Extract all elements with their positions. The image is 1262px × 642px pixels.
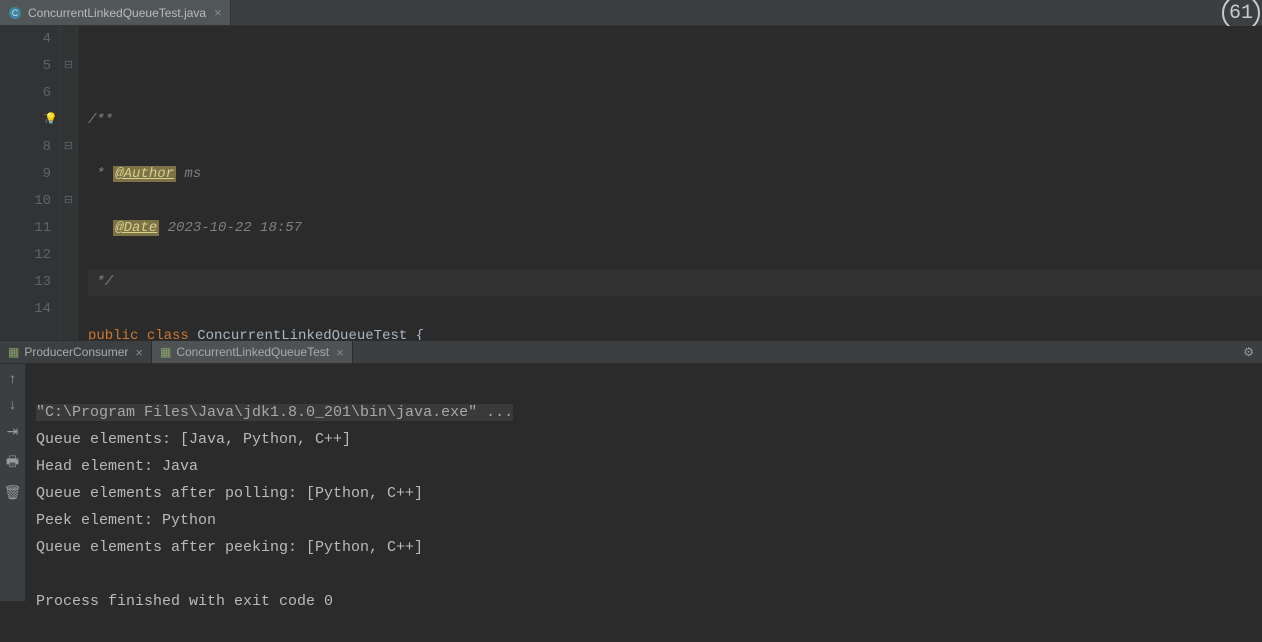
- fold-blank: [60, 242, 77, 269]
- fold-gutter: ⊟ 💡 ⊟ ⊟: [60, 26, 78, 340]
- line-number: 6: [0, 80, 51, 107]
- line-number: 8: [0, 134, 51, 161]
- code-line: /**: [88, 107, 1262, 134]
- output-line: Queue elements: [Java, Python, C++]: [36, 431, 351, 448]
- exit-code-line: Process finished with exit code 0: [36, 593, 333, 610]
- editor-tab-bar: C ConcurrentLinkedQueueTest.java × 61: [0, 0, 1262, 26]
- console-toolbar: ↑ ↓ ⇥ 🖶 🗑: [0, 364, 26, 601]
- run-tab-bar: ▦ ProducerConsumer × ▦ ConcurrentLinkedQ…: [0, 340, 1262, 364]
- soft-wrap-icon[interactable]: ⇥: [7, 424, 19, 441]
- intention-bulb-icon[interactable]: 💡: [44, 107, 58, 134]
- line-number: 5: [0, 53, 51, 80]
- javadoc-tag: @Author: [113, 166, 176, 182]
- export-icon[interactable]: 🖶: [6, 451, 19, 475]
- line-number: 4: [0, 26, 51, 53]
- line-number: 9: [43, 166, 51, 182]
- line-number-gutter: 4 5 6 7 8 ▶9 ▶10 11 12 13 14: [0, 26, 60, 340]
- line-number: 10: [34, 193, 51, 209]
- line-number: 11: [0, 215, 51, 242]
- run-tab-active[interactable]: ▦ ConcurrentLinkedQueueTest ×: [152, 341, 353, 363]
- output-line: Queue elements after polling: [Python, C…: [36, 485, 423, 502]
- java-class-icon: C: [8, 6, 22, 20]
- run-tab[interactable]: ▦ ProducerConsumer ×: [0, 341, 152, 363]
- fold-close-icon[interactable]: ⊟: [60, 134, 77, 161]
- line-number: 12: [0, 242, 51, 269]
- svg-text:C: C: [12, 8, 19, 18]
- code-editor[interactable]: 4 5 6 7 8 ▶9 ▶10 11 12 13 14 ⊟ 💡 ⊟ ⊟ /**…: [0, 26, 1262, 340]
- coverage-badge-value: 61: [1229, 2, 1253, 25]
- output-line: Queue elements after peeking: [Python, C…: [36, 539, 423, 556]
- code-line: public class ConcurrentLinkedQueueTest {: [88, 323, 1262, 340]
- output-line: Peek element: Python: [36, 512, 216, 529]
- javadoc-tag: @Date: [113, 220, 159, 236]
- fold-blank: [60, 26, 77, 53]
- fold-blank: [60, 80, 77, 107]
- fold-blank: [60, 215, 77, 242]
- code-line: * @Author ms: [88, 161, 1262, 188]
- run-console: ↑ ↓ ⇥ 🖶 🗑 "C:\Program Files\Java\jdk1.8.…: [0, 364, 1262, 601]
- fold-open-icon[interactable]: ⊟: [60, 188, 77, 215]
- close-tab-icon[interactable]: ×: [214, 5, 222, 20]
- editor-tab-label: ConcurrentLinkedQueueTest.java: [28, 6, 206, 20]
- output-line: Head element: Java: [36, 458, 198, 475]
- run-tab-label: ConcurrentLinkedQueueTest: [176, 345, 329, 359]
- run-config-icon: ▦: [8, 345, 19, 359]
- scroll-up-icon[interactable]: ↑: [8, 372, 16, 388]
- fold-blank: [60, 269, 77, 296]
- gear-icon[interactable]: ⚙: [1243, 345, 1254, 359]
- editor-tab[interactable]: C ConcurrentLinkedQueueTest.java ×: [0, 0, 231, 25]
- console-output[interactable]: "C:\Program Files\Java\jdk1.8.0_201\bin\…: [26, 364, 1262, 601]
- close-tab-icon[interactable]: ×: [135, 345, 143, 360]
- line-number: 14: [0, 296, 51, 323]
- code-line: [88, 53, 1262, 80]
- run-tab-label: ProducerConsumer: [24, 345, 128, 359]
- code-line: @Date 2023-10-22 18:57: [88, 215, 1262, 242]
- code-line-current: */: [88, 269, 1262, 296]
- code-content[interactable]: /** * @Author ms @Date 2023-10-22 18:57 …: [78, 26, 1262, 340]
- clear-icon[interactable]: 🗑: [4, 485, 22, 502]
- line-number: 13: [0, 269, 51, 296]
- fold-blank: 💡: [60, 107, 77, 134]
- run-config-icon: ▦: [160, 345, 171, 359]
- command-line: "C:\Program Files\Java\jdk1.8.0_201\bin\…: [36, 404, 513, 421]
- fold-open-icon[interactable]: ⊟: [60, 53, 77, 80]
- fold-blank: [60, 296, 77, 323]
- fold-blank: [60, 161, 77, 188]
- scroll-down-icon[interactable]: ↓: [8, 398, 16, 414]
- close-tab-icon[interactable]: ×: [336, 345, 344, 360]
